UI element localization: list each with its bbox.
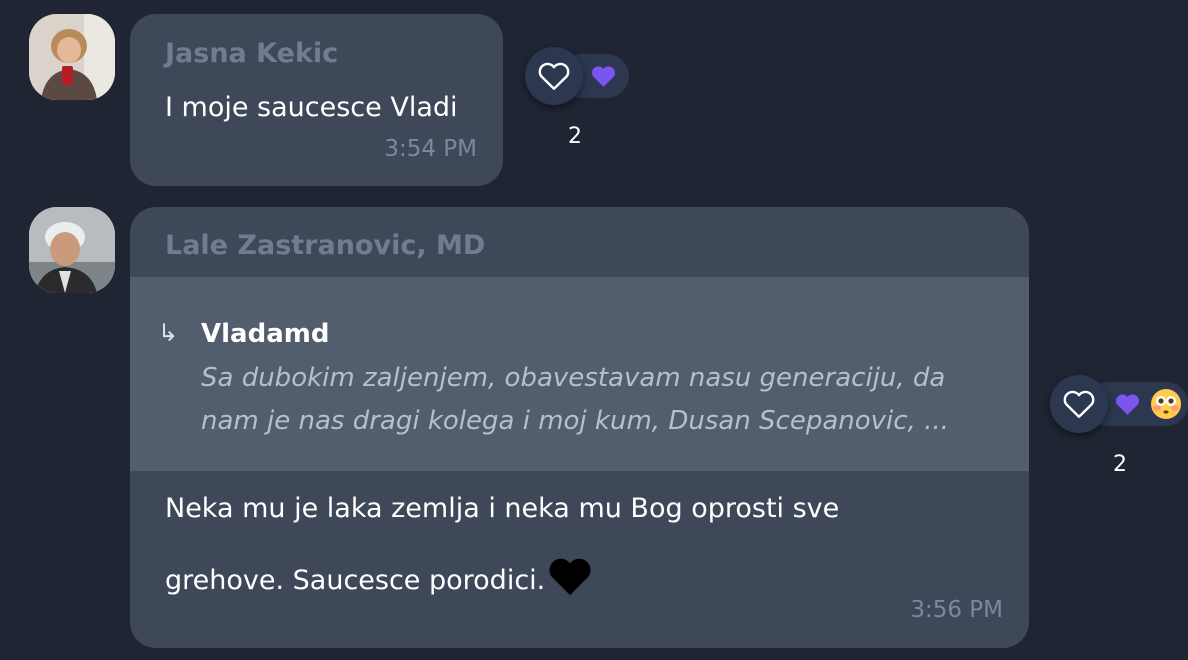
message-text-line: Neka mu je laka zemlja i neka mu Bog opr… [165,493,840,524]
heart-outline-icon [538,62,570,90]
quote-author: Vladamd [201,319,330,349]
add-reaction-button[interactable] [1050,375,1108,433]
message-time: 3:56 PM [910,597,1003,623]
avatar[interactable] [29,207,115,293]
flushed-face-icon [1150,388,1182,424]
message-bubble[interactable]: Lale Zastranovic, MD ↳ Vladamd Sa duboki… [130,207,1029,648]
quoted-message[interactable]: ↳ Vladamd Sa dubokim zaljenjem, obavesta… [130,277,1029,471]
add-reaction-button[interactable] [525,47,583,105]
avatar-photo [29,207,115,293]
purple-heart-icon [590,64,617,92]
message-bubble[interactable]: Jasna Kekic I moje saucesce Vladi 3:54 P… [130,14,503,186]
reaction-count: 2 [1113,452,1127,477]
quote-text-line: Sa dubokim zaljenjem, obavestavam nasu g… [201,363,946,393]
reply-arrow-icon: ↳ [158,319,179,347]
purple-heart-icon [1114,392,1141,420]
message-text: I moje saucesce Vladi [165,92,458,123]
sender-name[interactable]: Lale Zastranovic, MD [165,230,485,261]
heart-outline-icon [1063,390,1095,418]
sender-name[interactable]: Jasna Kekic [165,38,338,69]
reaction-count: 2 [568,124,582,149]
avatar[interactable] [29,14,115,100]
message-time: 3:54 PM [384,136,477,162]
avatar-photo [29,14,115,100]
quote-text-line: nam je nas dragi kolega i moj kum, Dusan… [201,406,949,436]
black-heart-icon [547,555,593,604]
message-text-line: grehove. Saucesce porodici. [165,555,593,604]
message-text: grehove. Saucesce porodici. [165,565,546,596]
